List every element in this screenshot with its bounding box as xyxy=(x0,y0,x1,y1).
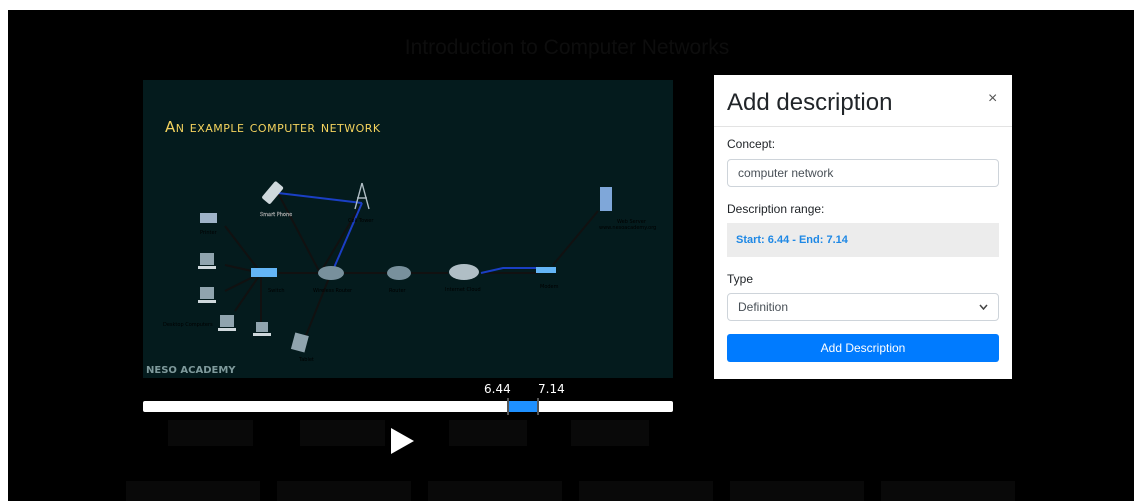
range-label: Description range: xyxy=(727,202,825,216)
play-icon[interactable] xyxy=(388,426,416,456)
range-start-handle[interactable] xyxy=(507,398,509,415)
modal-divider xyxy=(714,126,1012,127)
type-select[interactable]: Definition xyxy=(727,293,999,321)
control-button xyxy=(168,420,253,446)
page-title: Introduction to Computer Networks xyxy=(404,36,730,59)
desktop-computer-icon xyxy=(198,287,216,303)
bottom-button xyxy=(126,481,260,501)
internet-cloud-label: Internet Cloud xyxy=(445,287,481,293)
bottom-button xyxy=(579,481,713,501)
router-icon xyxy=(387,266,411,280)
add-description-button[interactable]: Add Description xyxy=(727,334,999,362)
router-label: Router xyxy=(389,288,407,294)
printer-label: Printer xyxy=(200,230,218,236)
modem-icon xyxy=(536,267,556,273)
tablet-label: Tablet xyxy=(298,357,314,363)
control-button xyxy=(449,420,527,446)
range-end-label: 7.14 xyxy=(538,382,565,396)
wireless-router-label: Wireless Router xyxy=(313,288,353,294)
bottom-button xyxy=(730,481,864,501)
range-display: Start: 6.44 - End: 7.14 xyxy=(727,223,999,257)
watermark: NESO ACADEMY xyxy=(146,365,236,376)
web-server-icon xyxy=(600,187,612,211)
modem-label: Modem xyxy=(540,284,559,290)
timeline-selection[interactable] xyxy=(508,401,538,412)
web-server-url: www.nesoacademy.org xyxy=(599,225,656,231)
desktop-computer-icon xyxy=(198,253,216,269)
bottom-button xyxy=(277,481,411,501)
bottom-button xyxy=(428,481,562,501)
printer-icon xyxy=(200,213,217,223)
laptop-icon xyxy=(253,322,271,336)
wireless-links xyxy=(277,192,538,274)
control-button xyxy=(300,420,385,446)
control-button xyxy=(571,420,649,446)
concept-label: Concept: xyxy=(727,137,776,151)
tablet-icon xyxy=(290,332,309,353)
desktop-computer-icon xyxy=(218,315,236,331)
network-diagram-frame: An example computer network Smart Phone … xyxy=(146,118,656,376)
add-description-modal: Add description × Concept: Description r… xyxy=(714,75,1012,379)
cell-tower-label: Cell Tower xyxy=(348,218,374,224)
range-end-handle[interactable] xyxy=(537,398,539,415)
cloud-icon xyxy=(449,264,479,280)
range-start-label: 6.44 xyxy=(484,382,511,396)
type-label: Type xyxy=(727,272,754,286)
close-icon[interactable]: × xyxy=(988,90,997,108)
switch-icon xyxy=(251,268,277,277)
chevron-down-icon xyxy=(979,304,988,310)
smart-phone-label: Smart Phone xyxy=(260,212,292,218)
bottom-button xyxy=(881,481,1015,501)
type-select-value: Definition xyxy=(738,300,789,314)
slide-title: An example computer network xyxy=(165,118,381,136)
video-player[interactable]: An example computer network Smart Phone … xyxy=(143,80,673,378)
switch-label: Switch xyxy=(268,288,285,294)
wireless-router-icon xyxy=(318,266,344,280)
concept-input[interactable] xyxy=(727,159,999,187)
desktop-computers-label: Desktop Computers xyxy=(163,322,213,328)
timeline-track[interactable] xyxy=(143,398,673,415)
modal-title: Add description xyxy=(727,89,893,116)
